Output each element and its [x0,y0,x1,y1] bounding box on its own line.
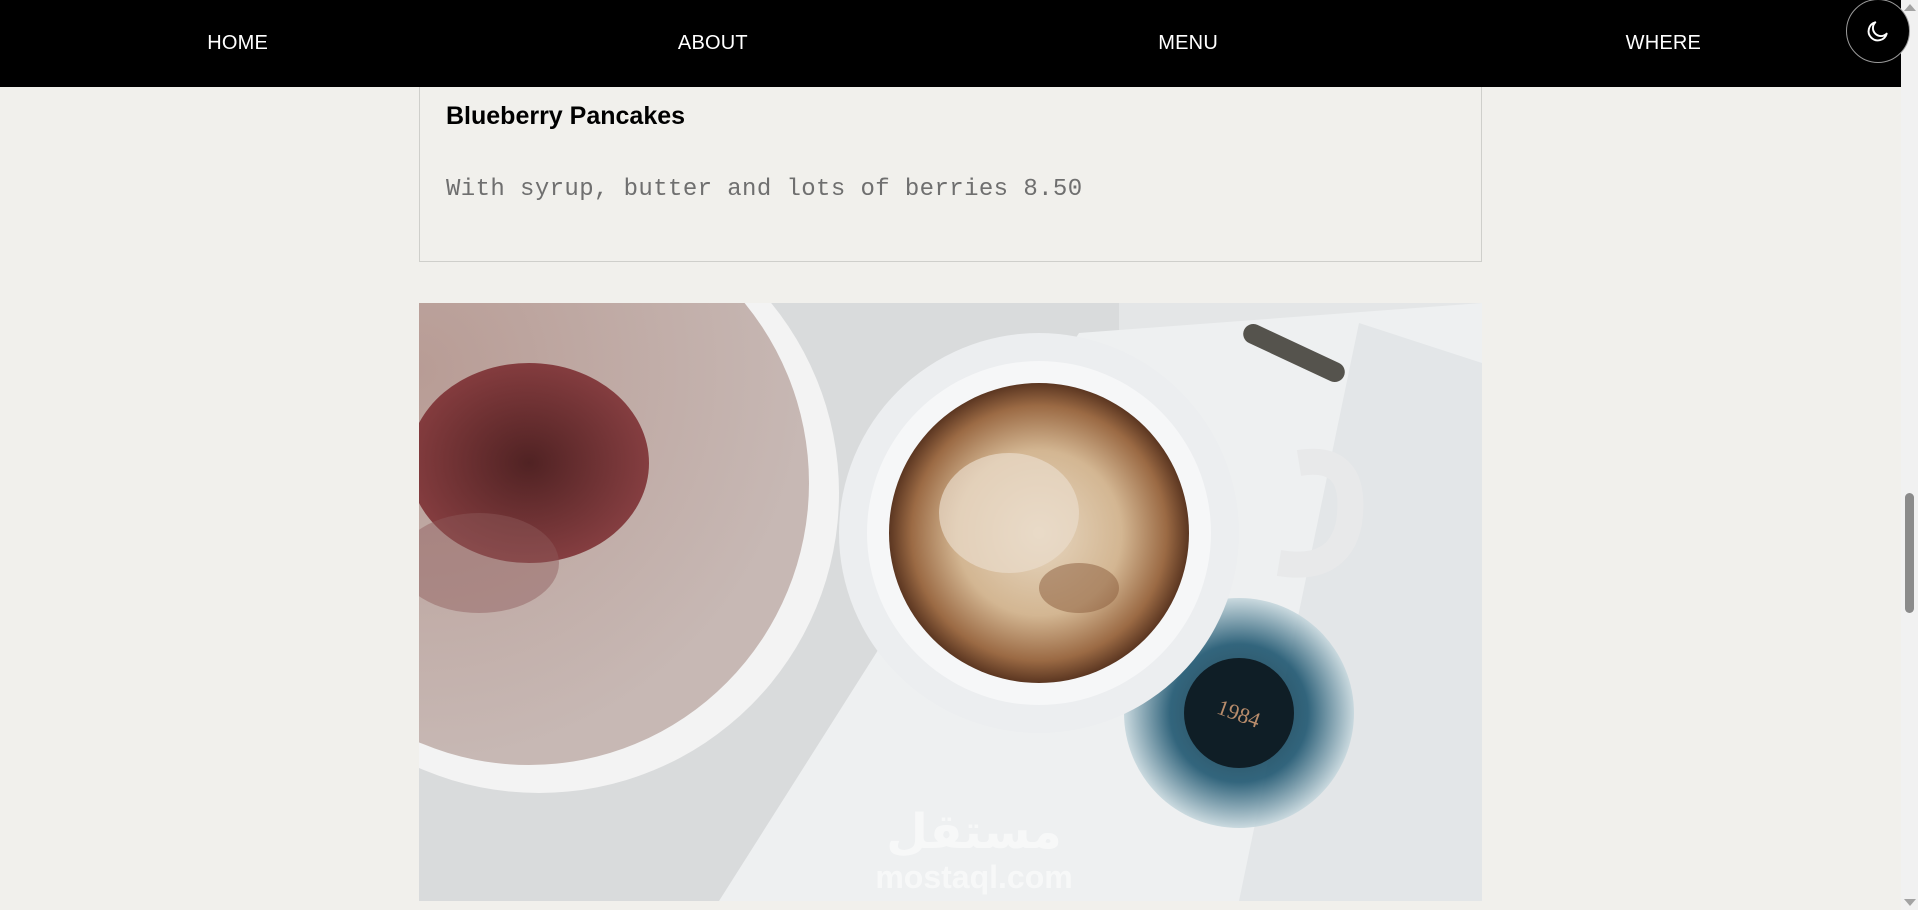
coffee-photo-illustration: 1984 مستقل mostaql.com [419,303,1482,901]
watermark-latin: mostaql.com [875,859,1072,895]
theme-toggle-button[interactable] [1846,0,1910,63]
watermark-arabic: مستقل [886,804,1062,860]
moon-icon [1867,21,1888,42]
coffee-photo: 1984 مستقل mostaql.com [419,303,1482,901]
nav-about-link[interactable]: ABOUT [475,32,950,55]
menu-item-name: Blueberry Pancakes [446,102,686,130]
menu-item-card: Blueberry Pancakes With syrup, butter an… [419,72,1482,262]
menu-item-price: 8.50 [1023,176,1083,203]
nav-where-link[interactable]: WHERE [1426,32,1901,55]
page-scrollbar[interactable] [1901,0,1918,910]
top-navigation: HOME ABOUT MENU WHERE [0,0,1910,87]
scroll-down-arrow-icon[interactable] [1904,899,1916,906]
nav-menu-link[interactable]: MENU [951,32,1426,55]
menu-item-description-line: With syrup, butter and lots of berries 8… [446,176,1083,203]
nav-home-link[interactable]: HOME [0,32,475,55]
scroll-thumb[interactable] [1905,493,1914,613]
menu-item-description: With syrup, butter and lots of berries [446,176,1009,203]
scroll-up-arrow-icon[interactable] [1904,4,1916,11]
